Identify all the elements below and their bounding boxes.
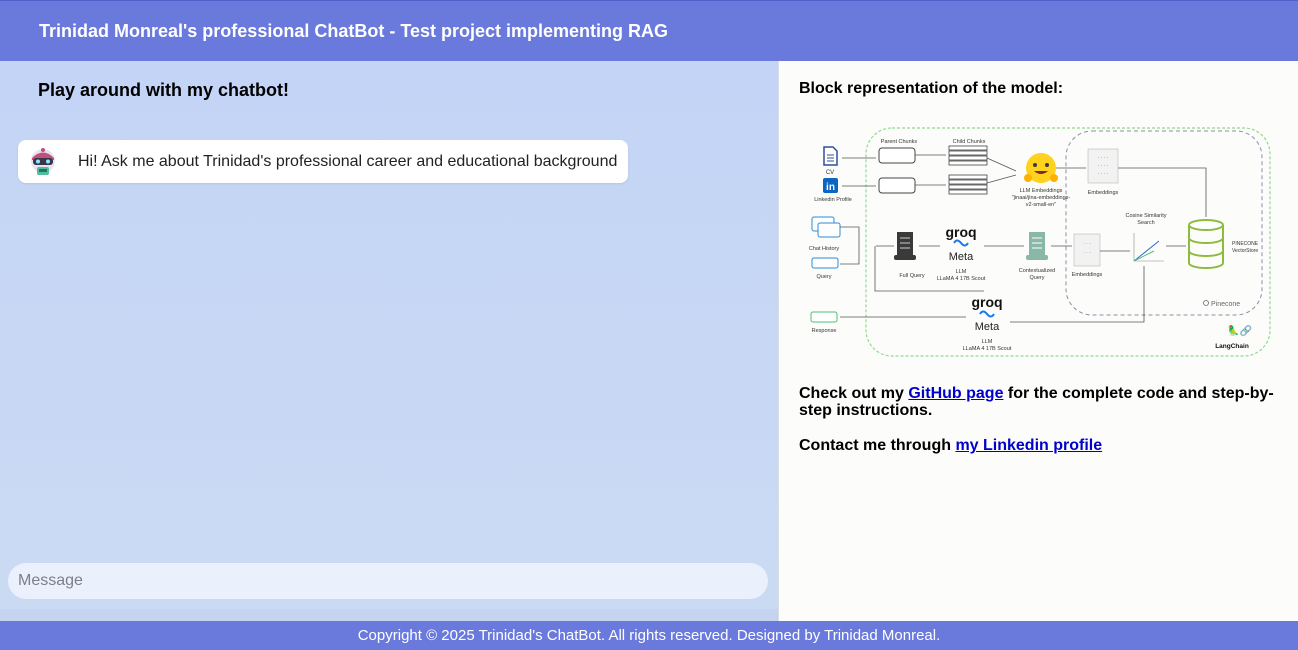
diagram-embedding-model-label-2: v2-small-en" (1026, 202, 1056, 208)
github-link[interactable]: GitHub page (908, 385, 1003, 402)
huggingface-icon (1024, 153, 1058, 183)
model-heading: Block representation of the model: (799, 80, 1064, 97)
svg-text:in: in (826, 182, 835, 193)
diagram-query-label: Query (817, 274, 832, 280)
message-input[interactable] (8, 563, 768, 599)
embeddings-matrix-icon: · · · · · · · · · · · · (1087, 148, 1119, 184)
diagram-groq-text: groq (945, 224, 976, 240)
diagram-cv-label: CV (826, 170, 834, 176)
diagram-meta-text: Meta (949, 251, 974, 263)
parent-chunk-box (878, 177, 916, 194)
svg-text:🦜🔗: 🦜🔗 (1227, 324, 1252, 337)
diagram-response-label: Response (812, 328, 837, 334)
diagram-groq-text-2: groq (971, 294, 1002, 310)
diagram-linkedin-label: Linkedin Profile (814, 197, 852, 203)
full-query-scroll-icon (894, 232, 916, 260)
diagram-parent-label: Parent Chunks (881, 139, 918, 145)
diagram-pinecone-store-label-2: VectorStore (1232, 248, 1258, 254)
parent-chunk-box (878, 147, 916, 164)
chat-message: Hi! Ask me about Trinidad's professional… (18, 140, 628, 183)
diagram-contextualized-label: Contextualized (1019, 268, 1055, 274)
cosine-vectors-icon (1133, 233, 1164, 262)
diagram-llm-model-label-2: LLaMA 4 17B Scout (963, 346, 1012, 352)
query-icon (811, 257, 839, 269)
chat-panel: Play around with my chatbot! Hi! Ask me … (0, 61, 778, 621)
linkedin-icon: in (823, 178, 838, 193)
chat-heading: Play around with my chatbot! (38, 80, 290, 100)
contact-paragraph: Contact me through my Linkedin profile (799, 437, 1279, 454)
input-area-strip (0, 609, 778, 621)
contact-text-before: Contact me through (799, 437, 956, 454)
linkedin-link[interactable]: my Linkedin profile (955, 437, 1102, 454)
child-chunks-stack (948, 145, 988, 195)
diagram-pinecone-label: Pinecone (1211, 301, 1240, 308)
groq-meta-logo-2: groq Meta (971, 294, 1002, 333)
model-diagram: CV in Linkedin Profile Parent Chunks Chi… (809, 127, 1271, 357)
diagram-llm-label-2: LLM (982, 339, 993, 345)
svg-text:· · ·: · · · (1083, 250, 1091, 256)
diagram-langchain-label: LangChain (1215, 343, 1249, 350)
svg-text:· · · ·: · · · · (1098, 163, 1109, 169)
diagram-full-query-label: Full Query (899, 273, 925, 279)
chat-message-text: Hi! Ask me about Trinidad's professional… (78, 152, 618, 170)
diagram-chat-history-label: Chat History (809, 246, 840, 252)
chat-history-icon (811, 216, 841, 238)
diagram-llm-embeddings-label: LLM Embeddings (1020, 188, 1063, 194)
app-header: Trinidad Monreal's professional ChatBot … (0, 0, 1298, 61)
info-panel: Block representation of the model: CV in… (778, 61, 1298, 621)
diagram-embedding-model-label: "jinaai/jina-embeddings- (1012, 195, 1071, 201)
query-embeddings-icon: · · · · · · (1073, 233, 1101, 267)
diagram-embeddings-label: Embeddings (1088, 190, 1119, 196)
diagram-cosine-label-2: Search (1137, 220, 1154, 226)
diagram-llm-label: LLM (956, 269, 967, 275)
bot-avatar-icon (28, 146, 58, 178)
footer-copyright: Copyright © 2025 Trinidad's ChatBot. All… (357, 627, 941, 644)
diagram-child-label: Child Chunks (953, 139, 986, 145)
diagram-cosine-label: Cosine Similarity (1126, 213, 1167, 219)
diagram-llm-model-label: LLaMA 4 17B Scout (937, 276, 986, 282)
response-icon (810, 311, 838, 323)
langchain-logo: 🦜🔗 LangChain (1215, 324, 1252, 350)
github-paragraph: Check out my GitHub page for the complet… (799, 385, 1279, 419)
groq-meta-logo: groq Meta (945, 224, 976, 263)
svg-text:· · · ·: · · · · (1098, 171, 1109, 177)
github-text-before: Check out my (799, 385, 909, 402)
app-title: Trinidad Monreal's professional ChatBot … (39, 20, 669, 41)
contextualized-scroll-icon (1026, 232, 1048, 260)
svg-text:· · ·: · · · (1083, 241, 1091, 247)
footer: Copyright © 2025 Trinidad's ChatBot. All… (0, 621, 1298, 650)
diagram-meta-text-2: Meta (975, 321, 1000, 333)
diagram-pinecone-store-label: PINECONE (1232, 241, 1259, 247)
svg-text:· · · ·: · · · · (1098, 155, 1109, 161)
pinecone-logo: Pinecone (1203, 300, 1240, 308)
diagram-contextualized-label-2: Query (1030, 275, 1045, 281)
pinecone-vectorstore-icon (1188, 219, 1224, 269)
diagram-query-embeddings-label: Embeddings (1072, 272, 1103, 278)
cv-icon (823, 146, 838, 166)
